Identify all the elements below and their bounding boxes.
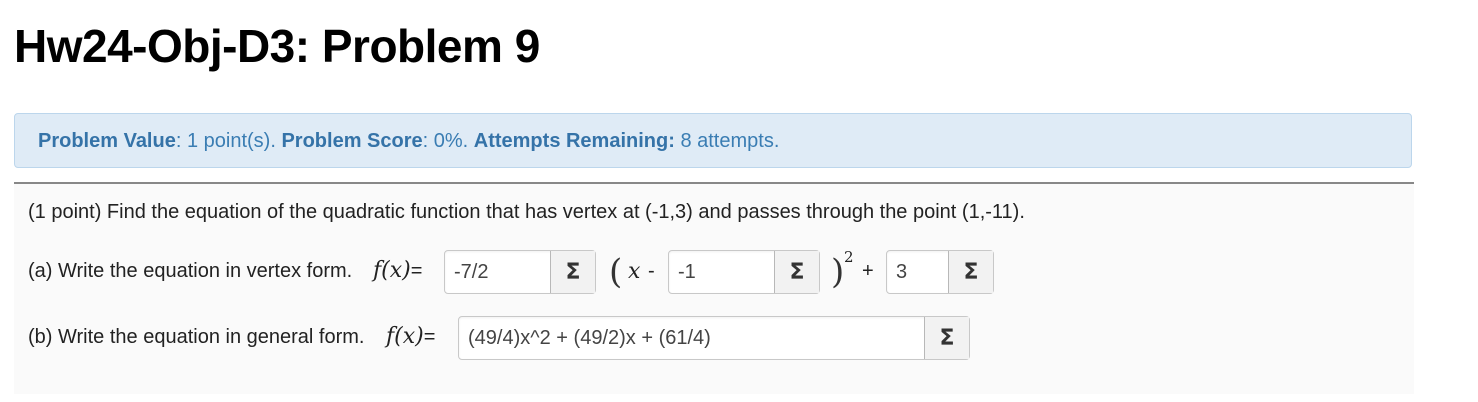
equals-sign: = — [410, 260, 423, 282]
answer-h-field[interactable]: -1 Σ — [668, 250, 820, 294]
minus-sign: - — [648, 260, 655, 282]
plus-sign: + — [862, 260, 874, 282]
answer-general-value[interactable]: (49/4)x^2 + (49/2)x + (61/4) — [459, 317, 924, 359]
equation-editor-sigma-icon[interactable]: Σ — [550, 251, 595, 293]
part-b-function: f(x)= — [386, 324, 435, 349]
equation-editor-sigma-icon[interactable]: Σ — [948, 251, 993, 293]
problem-area: (1 point) Find the equation of the quadr… — [14, 184, 1414, 394]
open-paren: ( — [609, 252, 623, 292]
function-name: f — [373, 258, 382, 283]
function-arg: (x) — [381, 258, 411, 283]
x-variable: x — [628, 259, 641, 284]
part-b-label: (b) Write the equation in general form. — [28, 326, 365, 348]
answer-a-field[interactable]: -7/2 Σ — [444, 250, 596, 294]
close-paren: ) — [831, 252, 845, 292]
problem-score-label: Problem Score — [281, 130, 423, 152]
answer-general-field[interactable]: (49/4)x^2 + (49/2)x + (61/4) Σ — [458, 316, 970, 360]
function-arg: (x) — [394, 324, 424, 349]
problem-value-text: : 1 point(s). — [175, 130, 282, 152]
equation-editor-sigma-icon[interactable]: Σ — [924, 317, 969, 359]
part-a-function: f(x)= — [373, 258, 422, 283]
attempts-remaining-text: 8 attempts. — [674, 130, 780, 152]
part-a-label: (a) Write the equation in vertex form. — [28, 260, 353, 282]
problem-statement: (1 point) Find the equation of the quadr… — [28, 201, 1025, 223]
answer-h-value[interactable]: -1 — [669, 251, 774, 293]
answer-k-field[interactable]: 3 Σ — [886, 250, 994, 294]
problem-score-text: : 0%. — [422, 130, 474, 152]
page-title: Hw24-Obj-D3: Problem 9 — [14, 20, 540, 72]
problem-value-label: Problem Value — [38, 130, 176, 152]
answer-k-value[interactable]: 3 — [887, 251, 948, 293]
function-name: f — [386, 324, 395, 349]
attempts-remaining-label: Attempts Remaining: — [473, 130, 675, 152]
equals-sign: = — [423, 326, 436, 348]
answer-a-value[interactable]: -7/2 — [445, 251, 550, 293]
exponent: 2 — [844, 248, 854, 266]
problem-info-bar: Problem Value: 1 point(s). Problem Score… — [14, 113, 1412, 168]
equation-editor-sigma-icon[interactable]: Σ — [774, 251, 819, 293]
